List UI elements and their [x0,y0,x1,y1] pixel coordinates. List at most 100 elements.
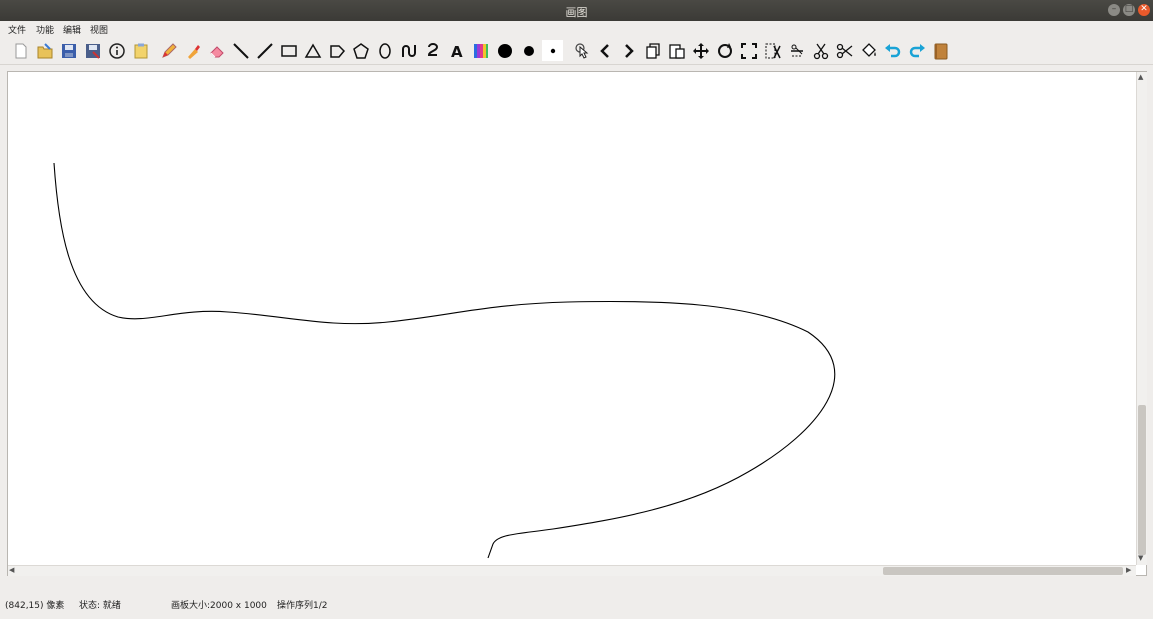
fill-bucket-button[interactable] [858,40,879,61]
save-as-button[interactable] [82,40,103,61]
bezier-icon [427,42,438,56]
open-file-icon [37,42,52,58]
line-alt-button[interactable] [254,40,275,61]
close-button[interactable]: ✕ [1138,4,1150,16]
paste-clipboard-button[interactable] [666,40,687,61]
cut-button[interactable] [810,40,831,61]
title-bar: 画图 – □ ✕ [0,0,1153,21]
fullscreen-button[interactable] [738,40,759,61]
undo-icon [884,43,900,57]
next-button[interactable] [618,40,639,61]
info-button[interactable] [106,40,127,61]
strike-button[interactable] [786,40,807,61]
pen-size-large-icon [497,43,512,58]
close-icon: ✕ [1140,4,1148,14]
previous-button[interactable] [594,40,615,61]
pentagon-icon [329,44,345,58]
rotate-button[interactable] [714,40,735,61]
cursor-coordinates: (842,15) 像素 [5,601,65,611]
maximize-button[interactable]: □ [1123,4,1135,16]
menu-edit[interactable]: 编辑 [63,23,81,36]
toolbar: A [0,37,1153,65]
pen-size-large-button[interactable] [494,40,515,61]
brush-button[interactable] [182,40,203,61]
scissors-button[interactable] [834,40,855,61]
paste-clipboard-icon [668,43,685,59]
redo-icon [909,43,925,57]
crop-button[interactable] [762,40,783,61]
paste-button[interactable] [130,40,151,61]
bezier-button[interactable] [422,40,443,61]
triangle-button[interactable] [302,40,323,61]
crop-icon [765,43,781,58]
polygon-icon [352,42,369,59]
save-button[interactable] [58,40,79,61]
window-title: 画图 [565,6,588,19]
ellipse-icon [378,42,391,59]
scissors-icon [836,43,852,58]
previous-icon [599,43,609,58]
pentagon-button[interactable] [326,40,347,61]
fill-bucket-icon [861,42,876,57]
menu-bar: 文件 功能 编辑 视图 [0,21,1153,37]
color-palette-button[interactable] [470,40,491,61]
scroll-up-icon[interactable]: ▲ [1138,73,1143,82]
menu-file[interactable]: 文件 [8,23,26,36]
rectangle-button[interactable] [278,40,299,61]
new-file-button[interactable] [10,40,31,61]
color-palette-icon [473,43,488,58]
horizontal-scrollbar[interactable]: ◀ ▶ [8,565,1136,576]
svg-text:A: A [451,43,463,60]
select-pointer-icon [574,42,588,59]
horizontal-scroll-thumb[interactable] [883,567,1123,575]
notebook-icon [934,43,947,59]
undo-button[interactable] [882,40,903,61]
maximize-icon: □ [1124,4,1134,14]
line-button[interactable] [230,40,251,61]
select-pointer-button[interactable] [570,40,591,61]
drawing-canvas[interactable]: ▲ ▼ ◀ ▶ [7,71,1147,576]
eraser-button[interactable] [206,40,227,61]
text-button[interactable]: A [446,40,467,61]
brush-icon [187,44,200,59]
open-file-button[interactable] [34,40,55,61]
menu-view[interactable]: 视图 [90,23,108,36]
eraser-icon [209,45,224,57]
move-button[interactable] [690,40,711,61]
polygon-button[interactable] [350,40,371,61]
triangle-icon [304,43,321,58]
pencil-button[interactable] [158,40,179,61]
paste-icon [134,43,147,58]
pen-size-medium-button[interactable] [518,40,539,61]
copy-button[interactable] [642,40,663,61]
pen-size-small-icon [550,48,555,53]
vertical-scroll-thumb[interactable] [1138,405,1146,555]
line-icon [232,42,249,59]
menu-function[interactable]: 功能 [36,23,54,36]
drawn-curve[interactable] [8,72,1136,565]
fullscreen-icon [740,42,757,59]
scroll-right-icon[interactable]: ▶ [1126,566,1131,575]
status-bar: (842,15) 像素 状态: 就绪 画板大小:2000 x 1000 操作序列… [0,593,1153,613]
copy-icon [645,42,660,59]
minimize-icon: – [1111,4,1117,14]
scroll-down-icon[interactable]: ▼ [1138,554,1143,563]
pen-size-small-button[interactable] [542,40,563,61]
ellipse-button[interactable] [374,40,395,61]
redo-button[interactable] [906,40,927,61]
scroll-left-icon[interactable]: ◀ [9,566,14,575]
pencil-icon [161,42,177,58]
curve-button[interactable] [398,40,419,61]
move-icon [692,42,709,59]
text-icon: A [451,43,463,60]
strike-icon [790,44,803,56]
notebook-button[interactable] [930,40,951,61]
pen-size-medium-icon [523,45,534,56]
cut-icon [813,43,828,59]
vertical-scrollbar[interactable]: ▲ ▼ [1136,72,1147,565]
info-icon [108,42,125,59]
canvas-size: 画板大小:2000 x 1000 [171,601,267,611]
next-icon [624,43,634,58]
line-alt-icon [256,42,273,59]
minimize-button[interactable]: – [1108,4,1120,16]
